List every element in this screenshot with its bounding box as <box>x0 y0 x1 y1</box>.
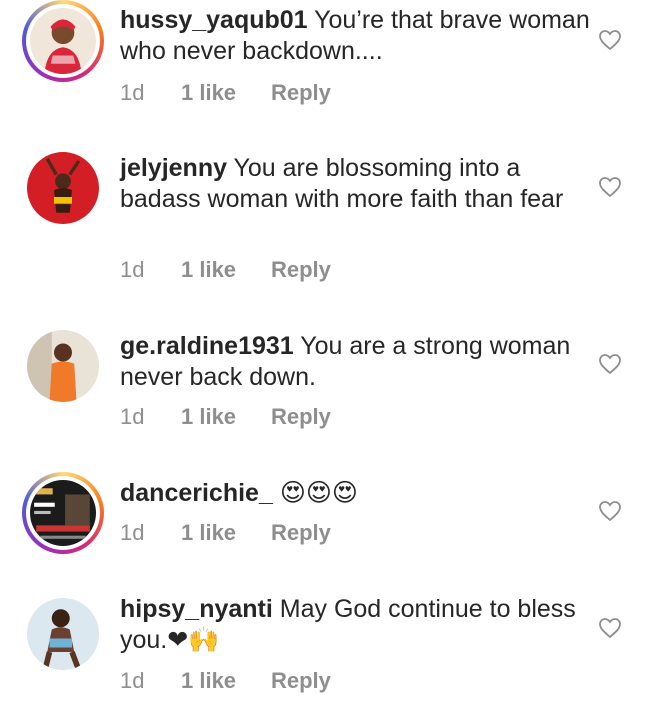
comment-meta: 1d 1 like Reply <box>120 668 331 694</box>
comment-username[interactable]: dancerichie_ <box>120 479 273 507</box>
comment-time: 1d <box>120 80 145 105</box>
comment-username[interactable]: hussy_yaqub01 <box>120 6 308 34</box>
reply-button[interactable]: Reply <box>271 257 331 283</box>
comment-body: 😍😍😍 <box>279 479 358 507</box>
avatar[interactable] <box>27 152 99 224</box>
comment-meta: 1d 1 like Reply <box>120 520 331 546</box>
comment-likes[interactable]: 1 like <box>181 257 271 283</box>
heart-outline-icon[interactable] <box>598 500 622 522</box>
comment-likes[interactable]: 1 like <box>181 520 271 546</box>
reply-button[interactable]: Reply <box>271 404 331 430</box>
comment-time: 1d <box>120 404 145 429</box>
avatar[interactable] <box>22 0 104 82</box>
comment-text: dancerichie_ 😍😍😍 <box>120 478 590 509</box>
comment-time: 1d <box>120 257 145 282</box>
heart-outline-icon[interactable] <box>598 617 622 639</box>
comment-username[interactable]: ge.raldine1931 <box>120 332 294 360</box>
reply-button[interactable]: Reply <box>271 668 331 694</box>
comment-text: hipsy_nyanti May God continue to bless y… <box>120 594 590 656</box>
comment-text: hussy_yaqub01 You’re that brave woman wh… <box>120 5 590 67</box>
comment-text: jelyjenny You are blossoming into a bada… <box>120 153 590 215</box>
comment-username[interactable]: hipsy_nyanti <box>120 595 273 623</box>
heart-outline-icon[interactable] <box>598 29 622 51</box>
avatar[interactable] <box>22 472 104 554</box>
comment-likes[interactable]: 1 like <box>181 80 271 106</box>
comment-likes[interactable]: 1 like <box>181 668 271 694</box>
comment-time: 1d <box>120 520 145 545</box>
comment-meta: 1d 1 like Reply <box>120 257 331 283</box>
comment-text: ge.raldine1931 You are a strong woman ne… <box>120 331 590 393</box>
reply-button[interactable]: Reply <box>271 520 331 546</box>
comment-meta: 1d 1 like Reply <box>120 80 331 106</box>
avatar[interactable] <box>27 330 99 402</box>
heart-outline-icon[interactable] <box>598 176 622 198</box>
heart-outline-icon[interactable] <box>598 353 622 375</box>
comment-likes[interactable]: 1 like <box>181 404 271 430</box>
reply-button[interactable]: Reply <box>271 80 331 106</box>
comment-time: 1d <box>120 668 145 693</box>
avatar[interactable] <box>27 598 99 670</box>
comment-username[interactable]: jelyjenny <box>120 154 227 182</box>
comment-meta: 1d 1 like Reply <box>120 404 331 430</box>
